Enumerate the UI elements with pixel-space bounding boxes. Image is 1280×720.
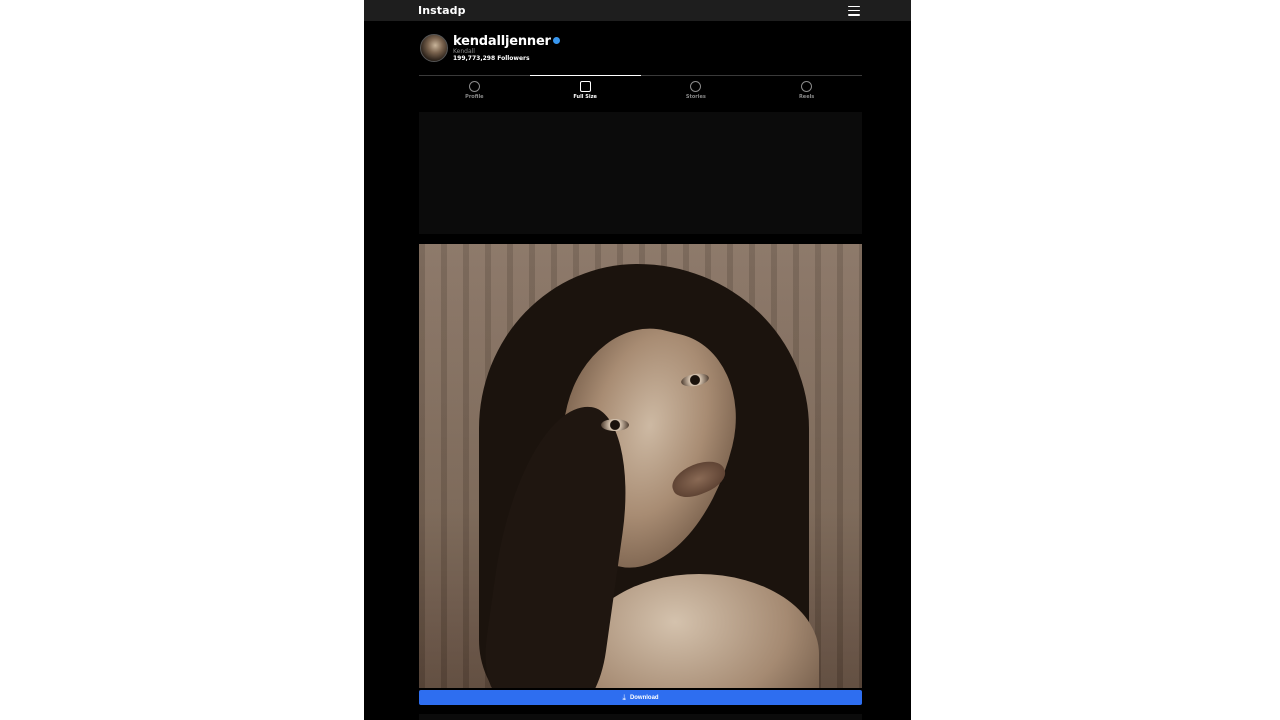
tab-label: Stories [685, 93, 706, 100]
profile-tabs: Profile Full Size Stories Reels [419, 75, 862, 104]
download-button[interactable]: ⤓ Download [419, 690, 862, 705]
download-icon: ⤓ [622, 692, 626, 702]
username: kendalljenner [453, 33, 551, 49]
tab-label: Reels [798, 93, 815, 100]
hamburger-menu-icon[interactable] [848, 5, 860, 16]
download-label: Download [629, 694, 659, 701]
reels-icon [801, 80, 813, 92]
full-name: Kendall [453, 47, 475, 55]
tab-reels[interactable]: Reels [751, 76, 862, 104]
followers-count: 199,773,298 Followers [453, 54, 530, 62]
profile-circle-icon [468, 80, 480, 92]
profile-identity: kendalljenner Kendall 199,773,298 Follow… [453, 35, 560, 62]
app-viewport: Instadp kendalljenner Kendall 199,773,29… [364, 0, 911, 720]
tab-full-size[interactable]: Full Size [529, 75, 641, 104]
next-ad-placeholder [419, 714, 862, 720]
tab-label: Profile [465, 93, 484, 100]
brand-logo[interactable]: Instadp [418, 4, 466, 17]
tab-stories[interactable]: Stories [641, 76, 752, 104]
ad-placeholder [419, 112, 862, 234]
tab-profile[interactable]: Profile [419, 76, 530, 104]
avatar[interactable] [420, 34, 448, 62]
username-row: kendalljenner [453, 35, 560, 48]
profile-photo-full-size [419, 244, 862, 688]
main-content: kendalljenner Kendall 199,773,298 Follow… [419, 21, 862, 705]
tab-label: Full Size [573, 93, 597, 100]
play-circle-icon [690, 80, 702, 92]
top-navbar: Instadp [364, 0, 911, 21]
profile-header: kendalljenner Kendall 199,773,298 Follow… [419, 21, 862, 75]
scan-focus-icon [579, 80, 591, 92]
verified-badge-icon [552, 36, 560, 44]
